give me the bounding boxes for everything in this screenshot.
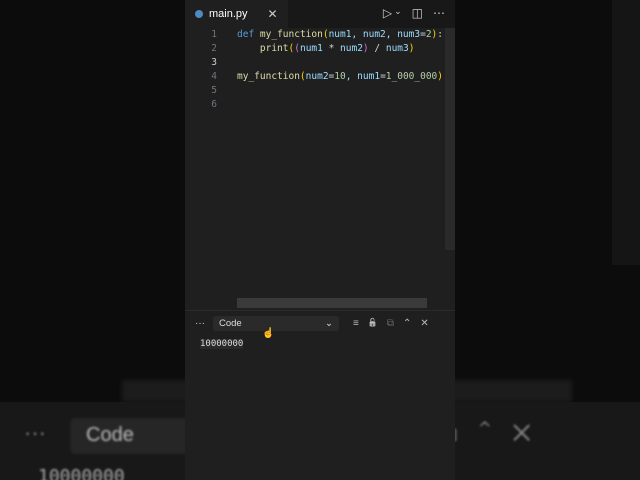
bg-more: ··· bbox=[24, 420, 46, 445]
output-channel-select[interactable]: Code ⌄ bbox=[213, 315, 339, 331]
vertical-scrollbar[interactable] bbox=[445, 28, 455, 250]
line-number: 4 bbox=[211, 71, 217, 82]
mouse-pointer-icon: ☝ bbox=[262, 328, 275, 339]
bg-right bbox=[612, 0, 640, 265]
chevron-down-icon[interactable]: ⌄ bbox=[394, 6, 402, 20]
maximize-panel-icon[interactable]: ⌃ bbox=[403, 318, 411, 329]
tab-bar: main.py ✕ ▷ ⌄ ◫ ⋯ bbox=[185, 0, 455, 28]
lock-icon[interactable]: 🔓 bbox=[368, 318, 378, 329]
bg-icons: ⧉⌃✕ bbox=[440, 420, 553, 447]
output-value: 10000000 bbox=[200, 339, 244, 349]
line-number: 3 bbox=[211, 57, 217, 68]
close-icon[interactable]: ✕ bbox=[268, 7, 278, 21]
code-editor[interactable]: 1 2 3 4 5 6 def my_function(num1, num2, … bbox=[185, 28, 455, 310]
clear-output-icon[interactable]: ≡ bbox=[353, 318, 359, 329]
python-icon bbox=[195, 10, 203, 18]
line-number: 2 bbox=[211, 43, 217, 54]
line-number: 6 bbox=[211, 99, 217, 110]
horizontal-scrollbar[interactable] bbox=[237, 298, 427, 308]
run-icon[interactable]: ▷ bbox=[383, 6, 392, 20]
output-text: 10000000 bbox=[185, 335, 455, 349]
tab-main-py[interactable]: main.py ✕ bbox=[185, 0, 288, 28]
code-line-1: def my_function(num1, num2, num3=2): bbox=[237, 29, 444, 40]
chevron-down-icon: ⌄ bbox=[325, 317, 333, 329]
bg-output: 10000000 bbox=[38, 466, 125, 480]
tab-label: main.py bbox=[209, 8, 248, 20]
code-line-4: my_function(num2=10, num1=1_000_000) bbox=[237, 71, 444, 82]
more-actions-icon[interactable]: ⋯ bbox=[433, 6, 445, 20]
split-editor-icon[interactable]: ◫ bbox=[412, 6, 423, 20]
vscode-window: main.py ✕ ▷ ⌄ ◫ ⋯ 1 2 3 4 5 6 def my_fun… bbox=[185, 0, 455, 480]
line-number: 5 bbox=[211, 85, 217, 96]
bg-select: Code bbox=[70, 418, 200, 454]
code-line-2: print((num1 * num2) / num3) bbox=[259, 43, 415, 54]
select-value: Code bbox=[219, 317, 242, 329]
line-number: 1 bbox=[211, 29, 217, 40]
more-icon[interactable]: ··· bbox=[195, 318, 205, 329]
close-panel-icon[interactable]: ✕ bbox=[420, 318, 428, 329]
output-panel: ··· Code ⌄ ≡ 🔓 ⧉ ⌃ ✕ 10000000 ☝ bbox=[185, 310, 455, 480]
copy-icon[interactable]: ⧉ bbox=[387, 318, 394, 329]
